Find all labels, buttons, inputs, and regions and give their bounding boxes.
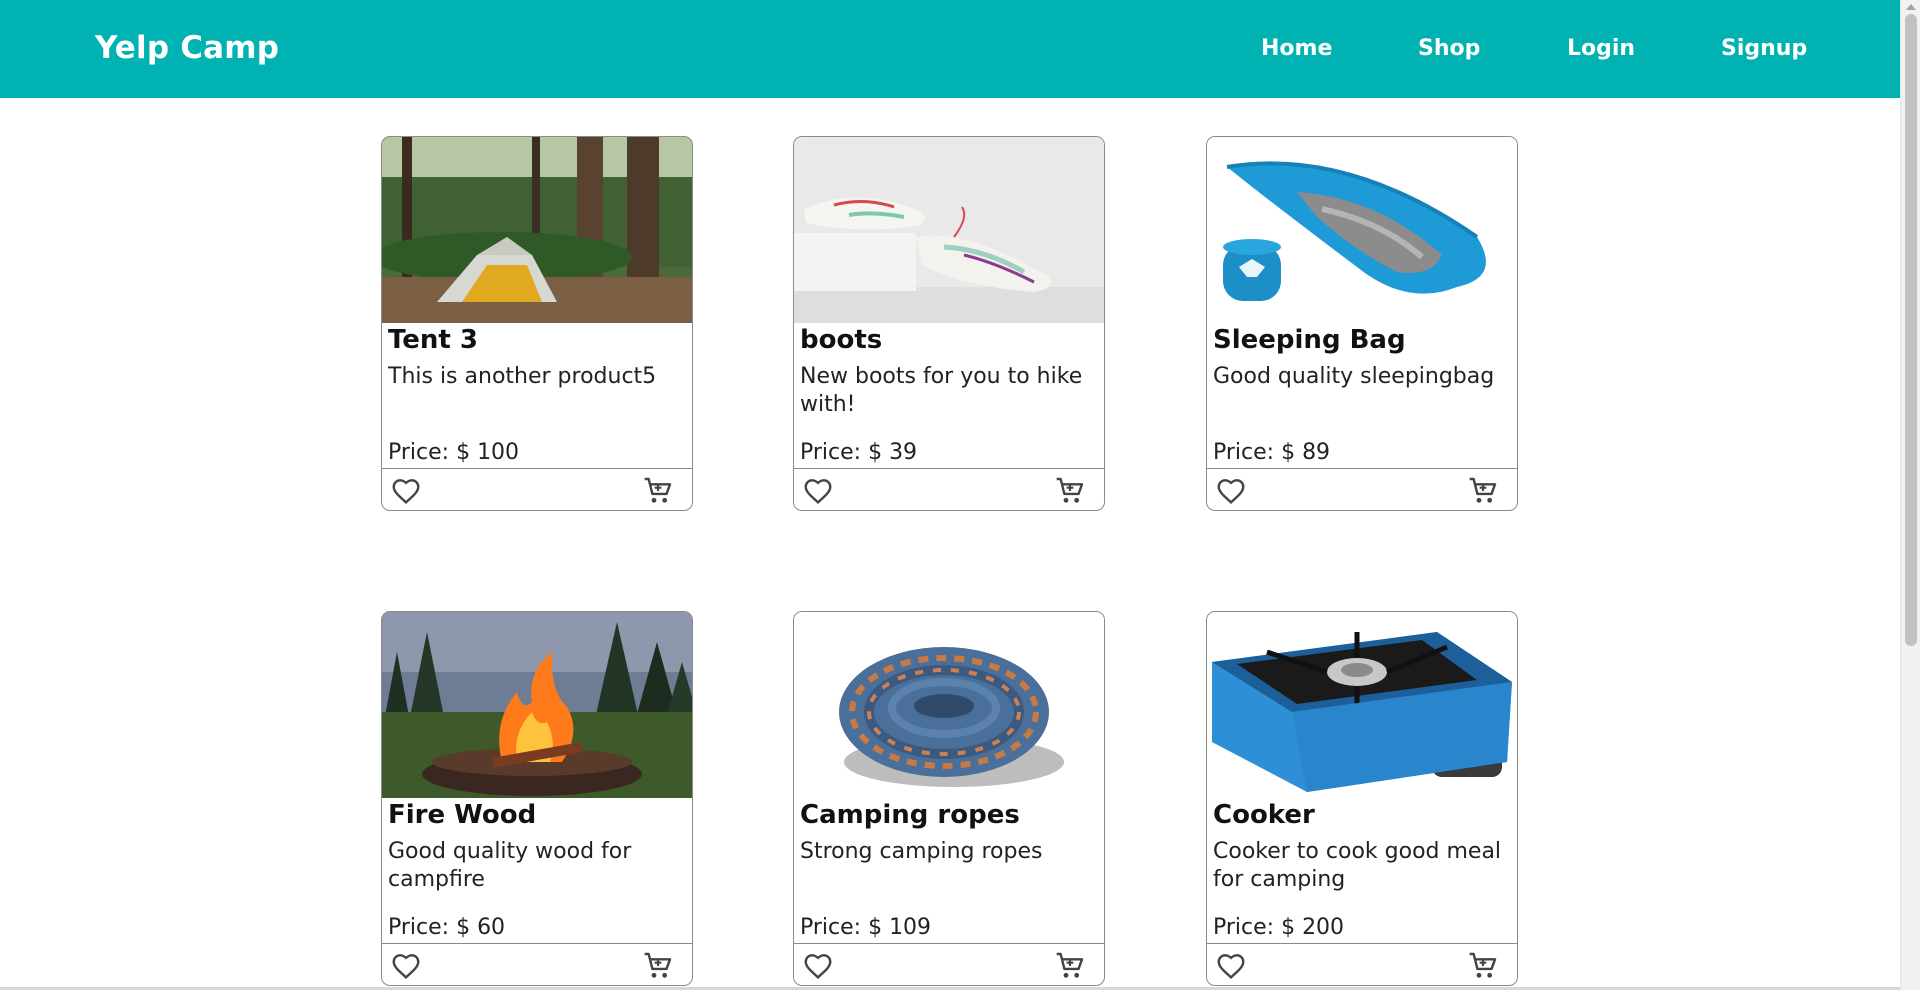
heart-icon[interactable] xyxy=(390,950,422,982)
cart-icon[interactable] xyxy=(1054,950,1086,982)
product-card: Tent 3 This is another product5 Price: $… xyxy=(381,136,693,511)
product-image-rope[interactable] xyxy=(794,612,1104,798)
card-footer xyxy=(382,943,692,985)
cart-icon[interactable] xyxy=(1467,475,1499,507)
product-title: boots xyxy=(800,325,883,355)
navbar: Yelp Camp Home Shop Login Signup xyxy=(0,0,1900,98)
product-price: Price: $ 100 xyxy=(388,440,520,465)
product-image-firewood[interactable] xyxy=(382,612,692,798)
product-description: This is another product5 xyxy=(388,364,657,389)
product-description: Good quality wood for campfire xyxy=(388,839,632,892)
product-price: Price: $ 109 xyxy=(800,915,932,940)
cart-icon[interactable] xyxy=(642,475,674,507)
product-title: Cooker xyxy=(1213,800,1315,830)
nav-link-login[interactable]: Login xyxy=(1567,36,1635,61)
cart-icon[interactable] xyxy=(1054,475,1086,507)
product-title: Sleeping Bag xyxy=(1213,325,1406,355)
product-card: Sleeping Bag Good quality sleepingbag Pr… xyxy=(1206,136,1518,511)
card-footer xyxy=(1207,943,1517,985)
product-title: Camping ropes xyxy=(800,800,1020,830)
cart-icon[interactable] xyxy=(1467,950,1499,982)
product-description: Good quality sleepingbag xyxy=(1213,364,1495,389)
cart-icon[interactable] xyxy=(642,950,674,982)
product-description: Cooker to cook good meal for camping xyxy=(1213,839,1502,892)
nav-link-shop[interactable]: Shop xyxy=(1418,36,1480,61)
product-price: Price: $ 89 xyxy=(1213,440,1331,465)
product-card: boots New boots for you to hike with! Pr… xyxy=(793,136,1105,511)
product-price: Price: $ 200 xyxy=(1213,915,1345,940)
card-footer xyxy=(1207,468,1517,510)
heart-icon[interactable] xyxy=(1215,950,1247,982)
heart-icon[interactable] xyxy=(802,475,834,507)
product-title: Tent 3 xyxy=(388,325,478,355)
product-card: Cooker Cooker to cook good meal for camp… xyxy=(1206,611,1518,986)
scroll-thumb[interactable] xyxy=(1905,14,1917,646)
nav-link-home[interactable]: Home xyxy=(1261,36,1332,61)
brand-link[interactable]: Yelp Camp xyxy=(95,30,279,66)
product-image-tent[interactable] xyxy=(382,137,692,323)
heart-icon[interactable] xyxy=(390,475,422,507)
heart-icon[interactable] xyxy=(1215,475,1247,507)
product-price: Price: $ 39 xyxy=(800,440,918,465)
vertical-scrollbar[interactable] xyxy=(1900,0,1920,990)
card-footer xyxy=(382,468,692,510)
nav-link-signup[interactable]: Signup xyxy=(1721,36,1807,61)
card-footer xyxy=(794,943,1104,985)
product-title: Fire Wood xyxy=(388,800,537,830)
product-card: Fire Wood Good quality wood for campfire… xyxy=(381,611,693,986)
card-footer xyxy=(794,468,1104,510)
product-image-cooker[interactable] xyxy=(1207,612,1517,798)
product-description: Strong camping ropes xyxy=(800,839,1043,864)
heart-icon[interactable] xyxy=(802,950,834,982)
product-price: Price: $ 60 xyxy=(388,915,506,940)
product-description: New boots for you to hike with! xyxy=(800,364,1083,417)
product-image-boots[interactable] xyxy=(794,137,1104,323)
product-card: Camping ropes Strong camping ropes Price… xyxy=(793,611,1105,986)
scroll-up-arrow-icon[interactable] xyxy=(1906,4,1916,10)
product-image-sleeping-bag[interactable] xyxy=(1207,137,1517,323)
